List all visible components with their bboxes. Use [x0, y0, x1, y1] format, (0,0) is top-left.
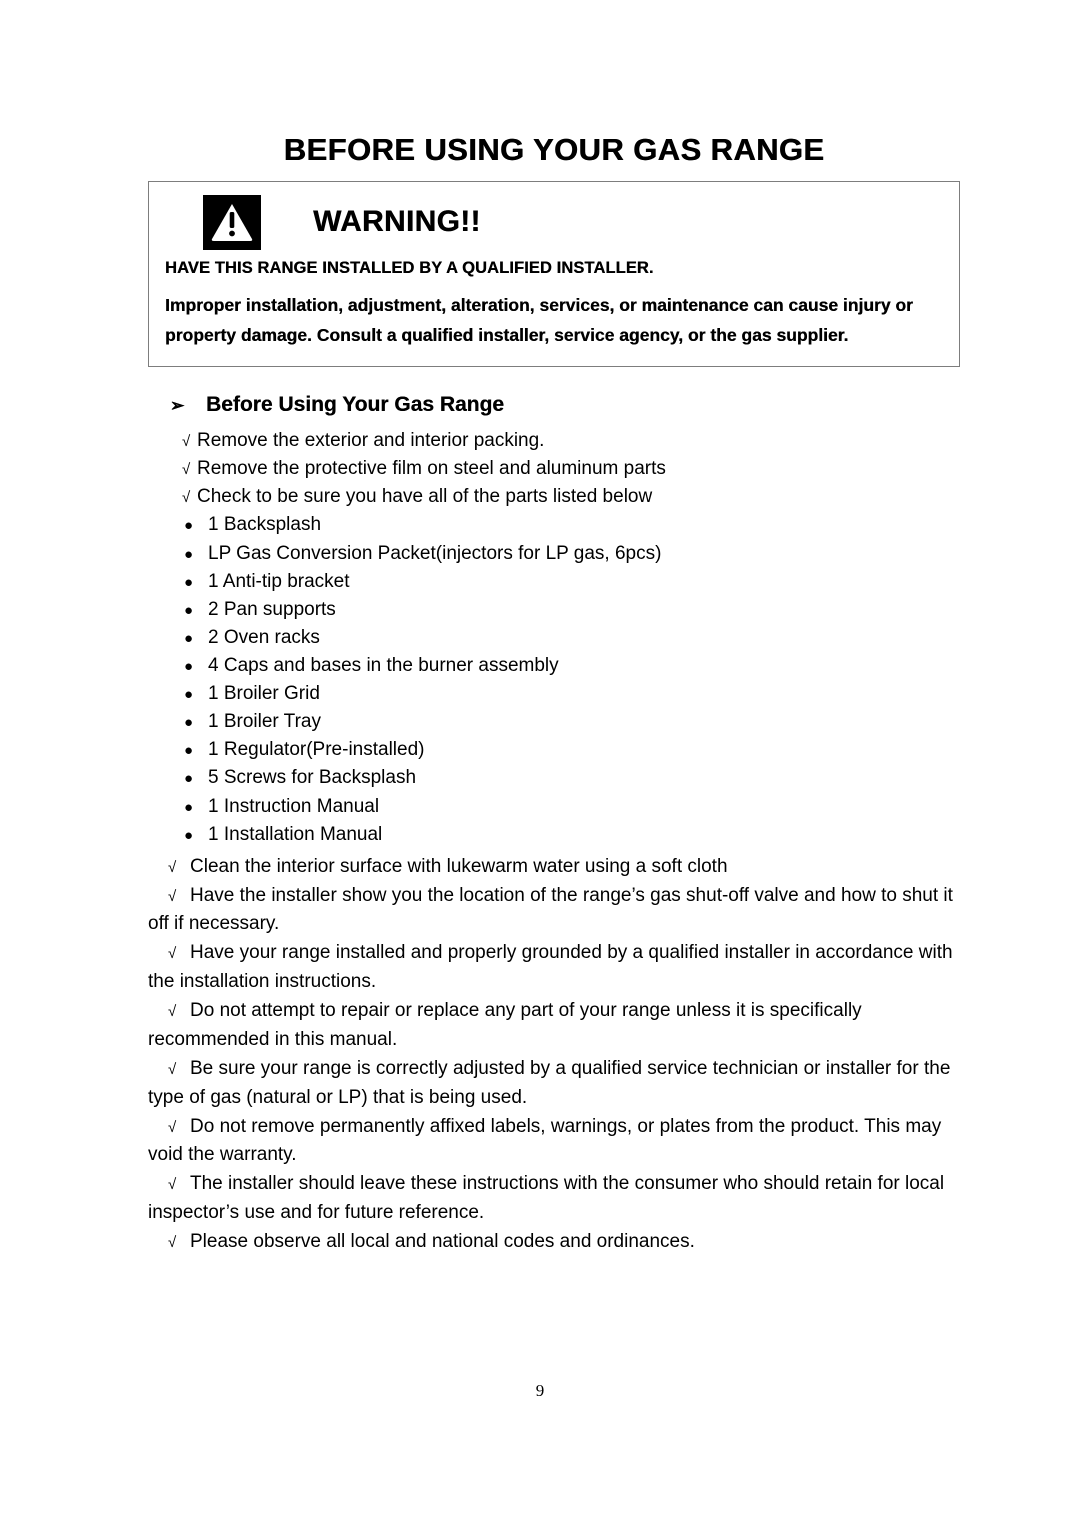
check-bullet-icon: √: [168, 945, 177, 963]
check-bullet-icon: √: [168, 1118, 177, 1136]
list-item: √ Please observe all local and national c…: [148, 1228, 960, 1257]
list-item: ● LP Gas Conversion Packet(injectors for …: [148, 540, 960, 568]
list-item-label: 2 Pan supports: [208, 598, 336, 620]
list-item: √ Remove the exterior and interior packin…: [148, 427, 960, 455]
arrow-bullet-icon: ➢: [170, 396, 185, 416]
list-item-label: Check to be sure you have all of the par…: [197, 486, 653, 508]
list-item-label: Do not attempt to repair or replace any …: [148, 1000, 862, 1050]
list-item: √ Do not attempt to repair or replace any…: [148, 997, 960, 1055]
list-item-label: 1 Backsplash: [208, 514, 322, 536]
dot-bullet-icon: ●: [184, 742, 194, 760]
warning-subtitle: HAVE THIS RANGE INSTALLED BY A QUALIFIED…: [165, 259, 654, 278]
list-item-label: 1 Instruction Manual: [208, 795, 380, 817]
list-item: √ Check to be sure you have all of the pa…: [148, 483, 960, 511]
dot-bullet-icon: ●: [184, 826, 194, 844]
list-item: √ Have your range installed and properly …: [148, 939, 960, 997]
list-item: ● 2 Pan supports: [148, 596, 960, 624]
dot-bullet-icon: ●: [184, 798, 194, 816]
dot-bullet-icon: ●: [184, 545, 194, 563]
list-item-label: Clean the interior surface with lukewarm…: [190, 855, 728, 877]
list-item-label: The installer should leave these instruc…: [148, 1173, 945, 1224]
check-bullet-icon: √: [168, 1060, 177, 1078]
list-item: √ Have the installer show you the locatio…: [148, 882, 960, 940]
list-item: ● 2 Oven racks: [148, 624, 960, 652]
list-item-label: 1 Broiler Tray: [208, 711, 321, 733]
warning-title: WARNING!!: [313, 205, 481, 239]
page-number: 9: [535, 1381, 545, 1400]
manual-page: BEFORE USING YOUR GAS RANGE WARNING!! HA…: [0, 0, 1080, 1527]
list-item: ● 4 Caps and bases in the burner assembly: [148, 652, 960, 680]
dot-bullet-icon: ●: [184, 573, 194, 591]
dot-bullet-icon: ●: [184, 686, 194, 704]
check-bullet-icon: √: [168, 887, 177, 905]
list-item: ● 1 Backsplash: [148, 511, 960, 539]
list-item-label: 5 Screws for Backsplash: [208, 767, 417, 789]
list-item: √ Clean the interior surface with lukewar…: [148, 853, 960, 882]
warning-header: WARNING!!: [165, 194, 943, 250]
list-item: ● 1 Installation Manual: [148, 821, 960, 849]
list-item-label: 1 Installation Manual: [208, 823, 383, 845]
instruction-list: √ Clean the interior surface with lukewar…: [148, 853, 960, 1257]
warning-callout-box: WARNING!! HAVE THIS RANGE INSTALLED BY A…: [148, 181, 960, 368]
list-item-label: 1 Regulator(Pre-installed): [208, 739, 425, 761]
list-item-label: 2 Oven racks: [208, 626, 320, 648]
list-item: ● 1 Broiler Grid: [148, 680, 960, 708]
page-content: BEFORE USING YOUR GAS RANGE WARNING!! HA…: [148, 0, 960, 1257]
list-item-label: LP Gas Conversion Packet(injectors for L…: [208, 542, 662, 564]
section-heading: ➢ Before Using Your Gas Range: [170, 393, 960, 417]
page-title: BEFORE USING YOUR GAS RANGE: [283, 132, 825, 167]
list-item-label: 1 Anti-tip bracket: [208, 570, 350, 592]
list-item-label: Be sure your range is correctly adjusted…: [148, 1057, 951, 1108]
check-bullet-icon: √: [168, 1003, 177, 1021]
list-item: ● 1 Instruction Manual: [148, 793, 960, 821]
check-bullet-icon: √: [182, 433, 191, 451]
list-item: √ The installer should leave these instru…: [148, 1170, 960, 1228]
list-item-label: Have the installer show you the location…: [148, 884, 953, 935]
list-item: ● 5 Screws for Backsplash: [148, 764, 960, 792]
dot-bullet-icon: ●: [184, 770, 194, 788]
list-item-label: Do not remove permanently affixed labels…: [148, 1115, 942, 1166]
list-item: ● 1 Regulator(Pre-installed): [148, 736, 960, 764]
list-item-label: Please observe all local and national co…: [190, 1231, 695, 1253]
list-item-label: Have your range installed and properly g…: [148, 942, 953, 993]
warning-body-text: Improper installation, adjustment, alter…: [165, 294, 913, 345]
dot-bullet-icon: ●: [184, 517, 194, 535]
list-item-label: 4 Caps and bases in the burner assembly: [208, 654, 559, 676]
section-heading-label: Before Using Your Gas Range: [206, 393, 504, 417]
list-item-label: 1 Broiler Grid: [208, 683, 320, 705]
list-item: √ Remove the protective film on steel and…: [148, 455, 960, 483]
dot-bullet-icon: ●: [184, 629, 194, 647]
list-item: ● 1 Anti-tip bracket: [148, 568, 960, 596]
dot-bullet-icon: ●: [184, 714, 194, 732]
dot-bullet-icon: ●: [184, 657, 194, 675]
list-item: √ Do not remove permanently affixed label…: [148, 1113, 960, 1171]
check-bullet-icon: √: [182, 461, 191, 479]
list-item: √ Be sure your range is correctly adjuste…: [148, 1055, 960, 1113]
dot-bullet-icon: ●: [184, 601, 194, 619]
parts-list: ● 1 Backsplash ● LP Gas Conversion Packet(i…: [148, 511, 960, 848]
check-bullet-icon: √: [182, 489, 191, 507]
intro-check-list: √ Remove the exterior and interior packin…: [148, 427, 960, 511]
list-item-label: Remove the protective film on steel and …: [197, 458, 666, 480]
warning-triangle-icon: [203, 194, 261, 250]
list-item: ● 1 Broiler Tray: [148, 708, 960, 736]
check-bullet-icon: √: [168, 858, 177, 876]
check-bullet-icon: √: [168, 1234, 177, 1252]
check-bullet-icon: √: [168, 1176, 177, 1194]
list-item-label: Remove the exterior and interior packing…: [197, 430, 545, 452]
